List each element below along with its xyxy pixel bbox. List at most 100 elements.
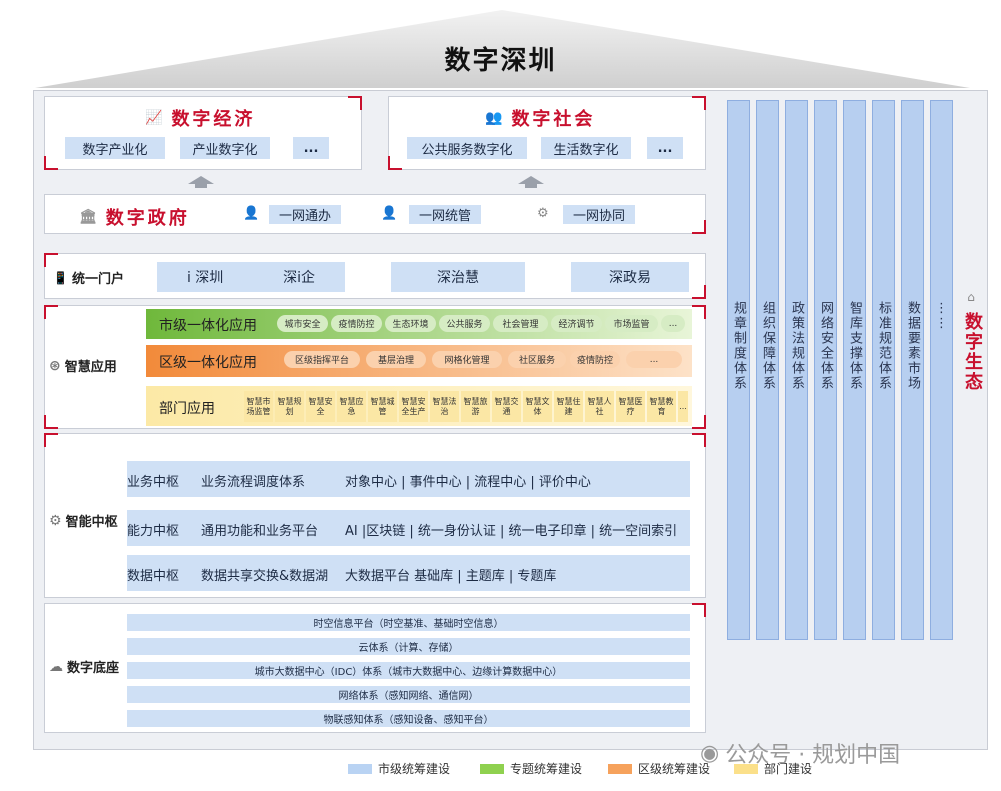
chart-icon: 📈 (145, 110, 166, 126)
city-chip: 经济调节 (551, 315, 602, 332)
dept-chip: 智慧应急 (337, 391, 366, 422)
city-chip: 市场监管 (605, 315, 658, 332)
city-chip: 疫情防控 (331, 315, 382, 332)
hub-row-name: 数据中枢 (127, 569, 180, 584)
dept-chip: 智慧文体 (523, 391, 552, 422)
brain-icon: ⚙ (49, 512, 62, 529)
smart-apps-label: 智慧应用 (64, 360, 117, 375)
city-chip: 城市安全 (277, 315, 328, 332)
digital-ecology-title: 数字生态 (962, 312, 983, 392)
district-chip: 疫情防控 (570, 351, 620, 368)
smart-hub-label: 智能中枢 (65, 515, 118, 530)
support-column-label: 数据要素市场 (905, 301, 920, 391)
district-chip: 基层治理 (366, 351, 426, 368)
smart-app-icon: ⊛ (49, 357, 61, 374)
digital-economy-panel: 📈 数字经济 数字产业化 产业数字化 ... (44, 96, 362, 170)
hub-row-b: 大数据平台 基础库 | 主题库 | 专题库 (345, 569, 557, 584)
support-column-label: 组织保障体系 (760, 301, 775, 391)
legend-swatch (608, 763, 632, 774)
support-column: 网络安全体系 (814, 100, 837, 640)
city-chip: 公共服务 (439, 315, 490, 332)
support-column: 智库支撑体系 (843, 100, 866, 640)
foundation-row: 时空信息平台（时空基准、基础时空信息） (127, 614, 690, 631)
dept-chip: 智慧旅游 (461, 391, 490, 422)
gov-item: 一网协同 (563, 205, 635, 224)
hub-row-a: 通用功能和业务平台 (201, 524, 319, 539)
foundation-row: 物联感知体系（感知设备、感知平台） (127, 710, 690, 727)
dept-chip: 智慧人社 (585, 391, 614, 422)
ecology-icon: ⌂ (967, 290, 975, 304)
support-column-label: 智库支撑体系 (847, 301, 862, 391)
dept-chip: 智慧市场监管 (244, 391, 273, 422)
dept-chip: 智慧交通 (492, 391, 521, 422)
gov-item: 一网统管 (409, 205, 481, 224)
city-chip: 社会管理 (493, 315, 548, 332)
district-chip: 社区服务 (508, 351, 566, 368)
support-column: 规章制度体系 (727, 100, 750, 640)
society-item: 公共服务数字化 (407, 137, 527, 159)
building-icon: 🏛 (79, 209, 100, 225)
digital-government-title: 数字政府 (105, 208, 190, 229)
dept-level-title: 部门应用 (159, 401, 215, 417)
city-chip: ... (661, 315, 685, 332)
hub-row-name: 能力中枢 (127, 524, 180, 539)
legend-item: 专题统筹建设 (480, 760, 582, 777)
hub-row-name: 业务中枢 (127, 475, 180, 490)
digital-government-panel: 🏛 数字政府 👤 一网通办 👤 一网统管 ⚙ 一网协同 (44, 194, 706, 234)
support-column-label: 标准规范体系 (876, 301, 891, 391)
hub-row-a: 业务流程调度体系 (201, 475, 306, 490)
dept-chip: 智慧教育 (647, 391, 676, 422)
hub-row: 业务中枢 业务流程调度体系 对象中心 | 事件中心 | 流程中心 | 评价中心 (127, 461, 690, 497)
support-column: ⋮⋮ (930, 100, 953, 640)
hub-row-a: 数据共享交换&数据湖 (201, 569, 329, 584)
economy-item: 数字产业化 (65, 137, 165, 159)
page-title: 数字深圳 (444, 46, 557, 76)
foundation-label: 数字底座 (67, 661, 120, 676)
dept-chip: 智慧住建 (554, 391, 583, 422)
foundation-row: 云体系（计算、存储） (127, 638, 690, 655)
district-chip: 区级指挥平台 (284, 351, 360, 368)
district-chip: 网格化管理 (432, 351, 502, 368)
hub-row-b: AI |区块链 | 统一身份认证 | 统一电子印章 | 统一空间索引 (345, 524, 678, 539)
digital-economy-title: 数字经济 (171, 109, 256, 130)
support-column: 数据要素市场 (901, 100, 924, 640)
manager-icon: 👤 (381, 206, 398, 221)
dept-chip: ... (678, 391, 688, 422)
portal-group-1: i 深圳 深i企 (157, 262, 345, 292)
legend-swatch (480, 763, 504, 774)
economy-item: 产业数字化 (180, 137, 270, 159)
support-column: 标准规范体系 (872, 100, 895, 640)
wechat-icon: ◉ (700, 740, 720, 766)
city-level-title: 市级一体化应用 (159, 318, 257, 334)
hub-row: 数据中枢 数据共享交换&数据湖 大数据平台 基础库 | 主题库 | 专题库 (127, 555, 690, 591)
hub-row-b: 对象中心 | 事件中心 | 流程中心 | 评价中心 (345, 475, 591, 490)
watermark-text: 公众号 · 规划中国 (725, 743, 901, 768)
portal-label: 统一门户 (71, 272, 124, 287)
foundation-row: 网络体系（感知网络、通信网） (127, 686, 690, 703)
legend-item: 市级统筹建设 (348, 760, 450, 777)
legend-label: 专题统筹建设 (510, 762, 583, 776)
cloud-icon: ☁ (49, 658, 63, 675)
legend-swatch (348, 763, 372, 774)
hub-row: 能力中枢 通用功能和业务平台 AI |区块链 | 统一身份认证 | 统一电子印章… (127, 510, 690, 546)
support-column: 政策法规体系 (785, 100, 808, 640)
dept-chip: 智慧医疗 (616, 391, 645, 422)
foundation-row: 城市大数据中心（IDC）体系（城市大数据中心、边缘计算数据中心） (127, 662, 690, 679)
user-icon: 👤 (243, 206, 260, 221)
gov-item: 一网通办 (269, 205, 341, 224)
up-arrow-icon (518, 176, 544, 188)
society-item: 生活数字化 (541, 137, 631, 159)
dept-chip: 智慧规划 (275, 391, 304, 422)
district-level-title: 区级一体化应用 (159, 355, 257, 371)
support-column-label: 网络安全体系 (818, 301, 833, 391)
support-column-label: ⋮⋮ (934, 301, 949, 331)
up-arrow-icon (188, 176, 214, 188)
digital-society-panel: 👥 数字社会 公共服务数字化 生活数字化 ... (388, 96, 706, 170)
society-more: ... (647, 137, 683, 159)
unified-portal-panel: 📱 统一门户 i 深圳 深i企 深治慧 深政易 (44, 253, 706, 299)
district-chip: ... (626, 351, 682, 368)
dept-chip: 智慧城管 (368, 391, 397, 422)
legend-label: 市级统筹建设 (378, 762, 451, 776)
dept-chip: 智慧安全 (306, 391, 335, 422)
phone-icon: 📱 (53, 270, 68, 285)
